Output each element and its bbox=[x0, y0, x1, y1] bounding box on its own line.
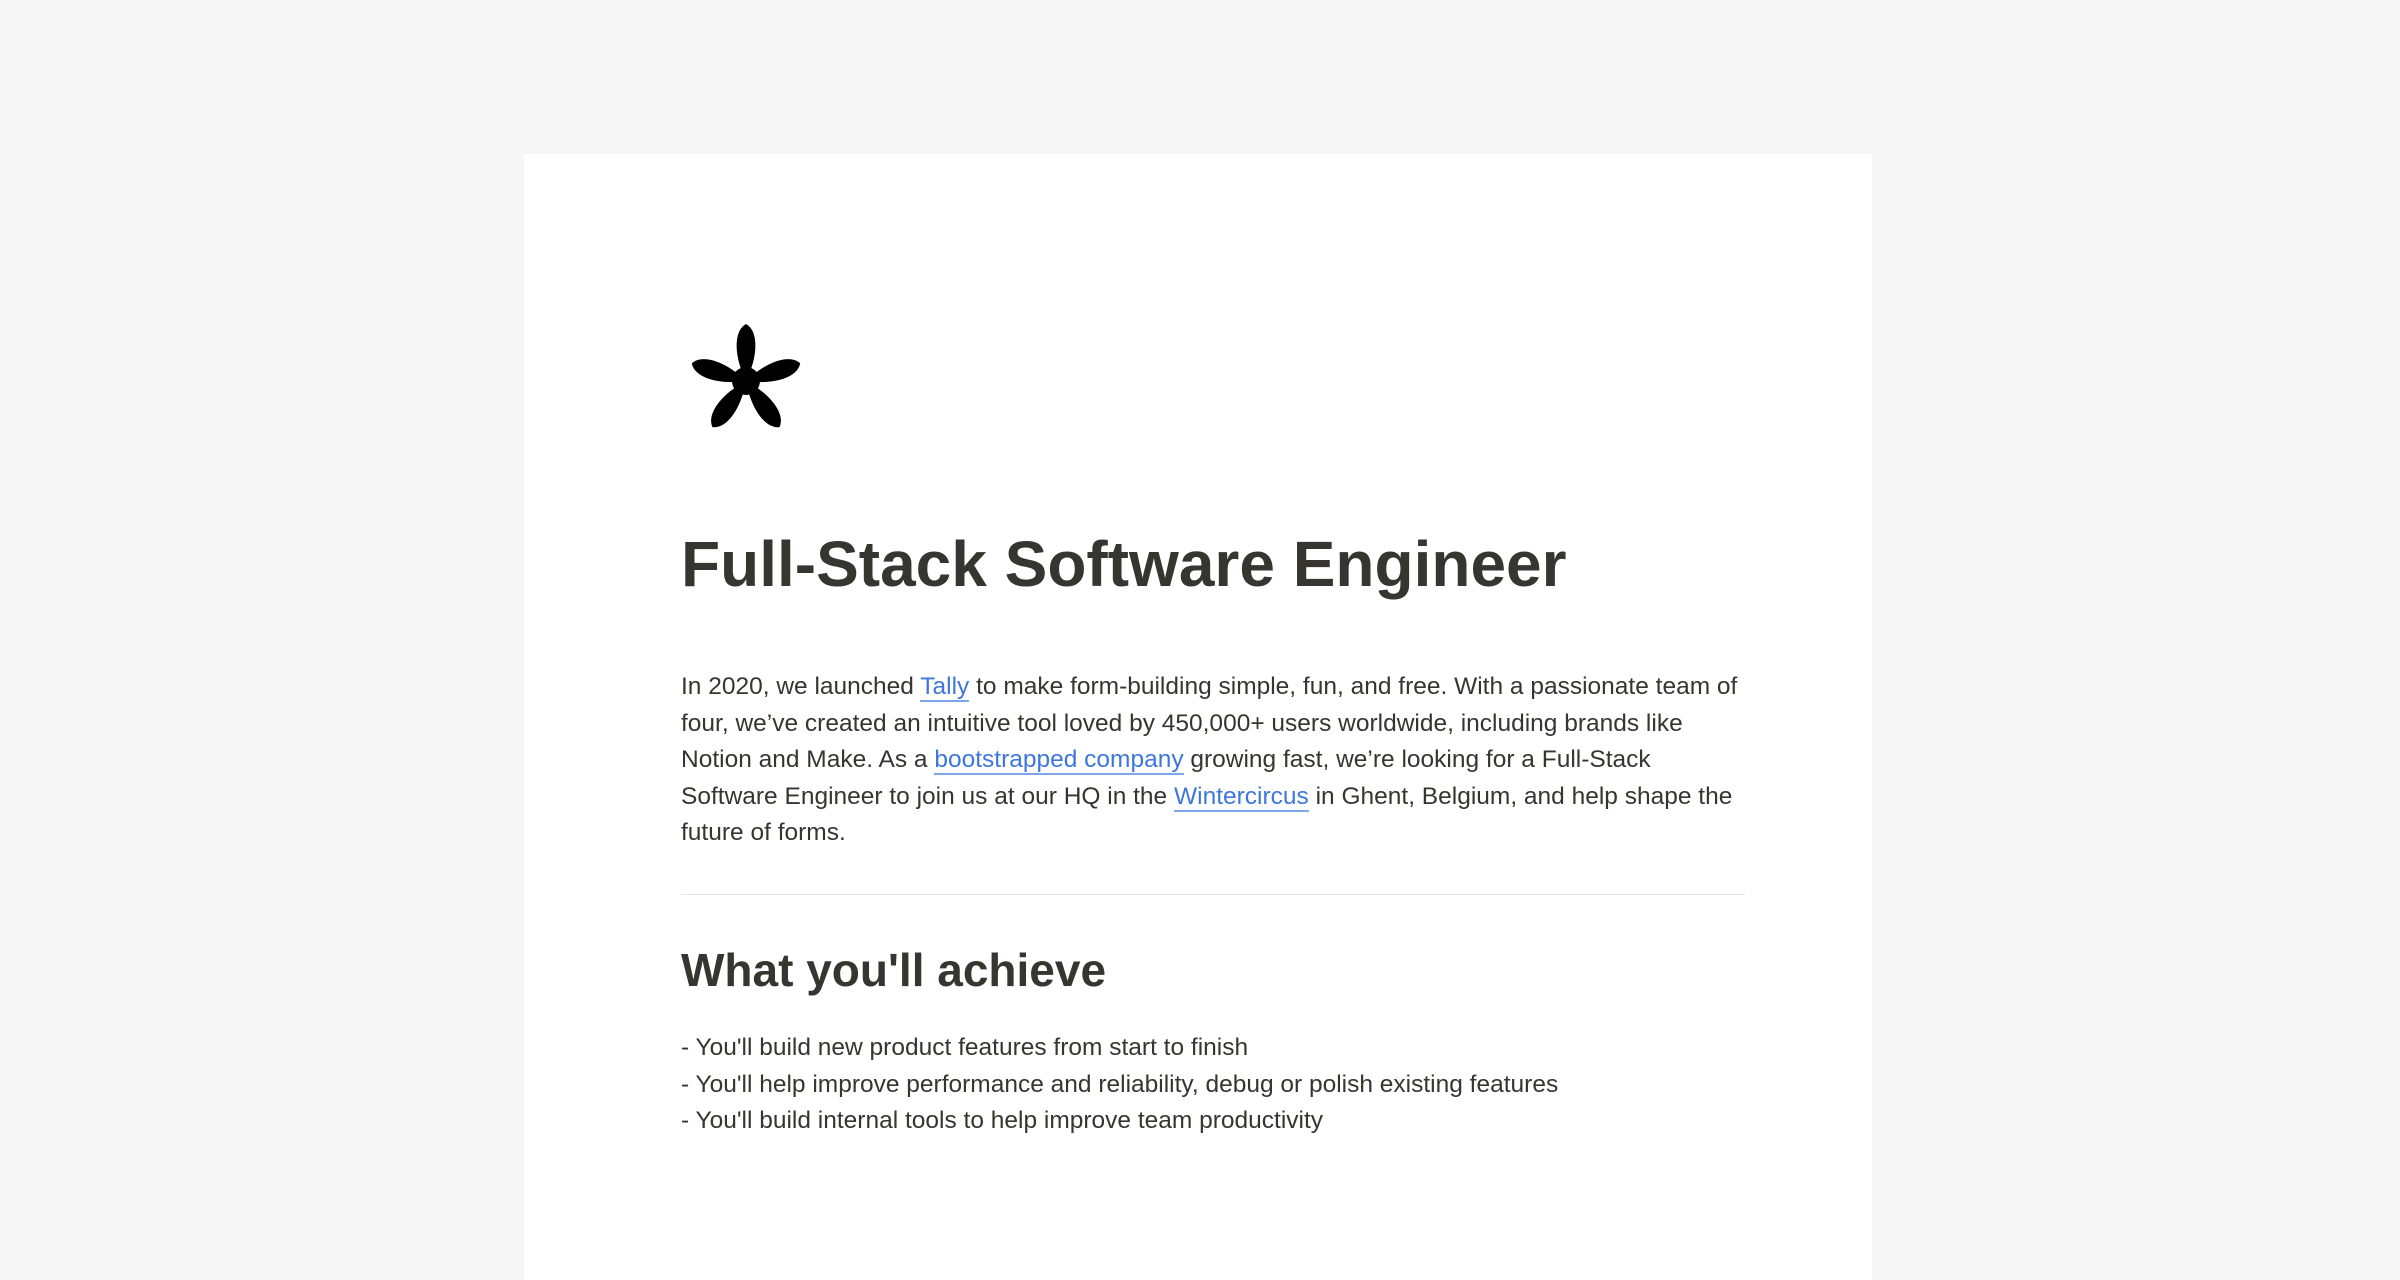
wintercircus-link[interactable]: Wintercircus bbox=[1174, 782, 1309, 812]
list-item: - You'll help improve performance and re… bbox=[681, 1070, 1559, 1098]
bootstrapped-company-link[interactable]: bootstrapped company bbox=[934, 746, 1184, 775]
asterisk-logo-icon bbox=[691, 324, 801, 428]
tally-link[interactable]: Tally bbox=[920, 673, 970, 702]
intro-paragraph: In 2020, we launched Tally to make form-… bbox=[681, 669, 1745, 852]
list-item: - You'll build internal tools to help im… bbox=[681, 1107, 1324, 1134]
section-divider bbox=[681, 894, 1745, 895]
list-item: - You'll build new product features from… bbox=[681, 1034, 1249, 1061]
page-card: Full-Stack Software Engineer In 2020, we… bbox=[524, 154, 1872, 1280]
page-title: Full-Stack Software Engineer bbox=[681, 528, 1567, 600]
achieve-heading: What you'll achieve bbox=[681, 944, 1107, 996]
achieve-list: - You'll build new product features from… bbox=[681, 1030, 1745, 1140]
intro-text: In 2020, we launched bbox=[681, 673, 921, 700]
